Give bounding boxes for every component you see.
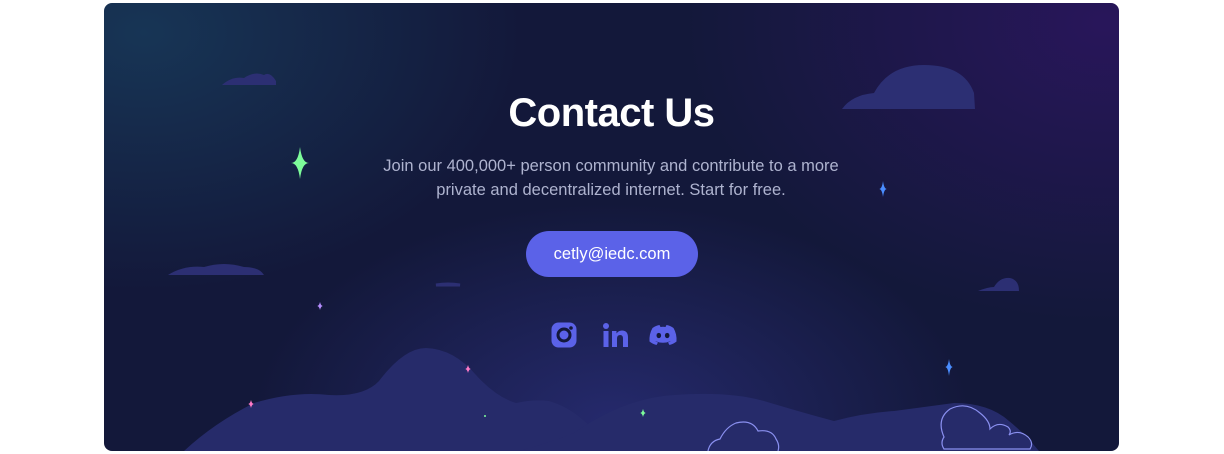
instagram-link[interactable] xyxy=(548,319,580,351)
linkedin-icon xyxy=(603,323,628,347)
discord-link[interactable] xyxy=(647,319,679,351)
contact-content: Contact Us Join our 400,000+ person comm… xyxy=(104,3,1119,451)
discord-icon xyxy=(649,325,677,345)
contact-card: Contact Us Join our 400,000+ person comm… xyxy=(104,3,1119,451)
linkedin-link[interactable] xyxy=(600,319,632,351)
page-title: Contact Us xyxy=(508,91,715,135)
instagram-icon xyxy=(551,322,577,348)
email-button[interactable]: cetly@iedc.com xyxy=(526,231,698,277)
subtitle-text: Join our 400,000+ person community and c… xyxy=(383,157,839,199)
